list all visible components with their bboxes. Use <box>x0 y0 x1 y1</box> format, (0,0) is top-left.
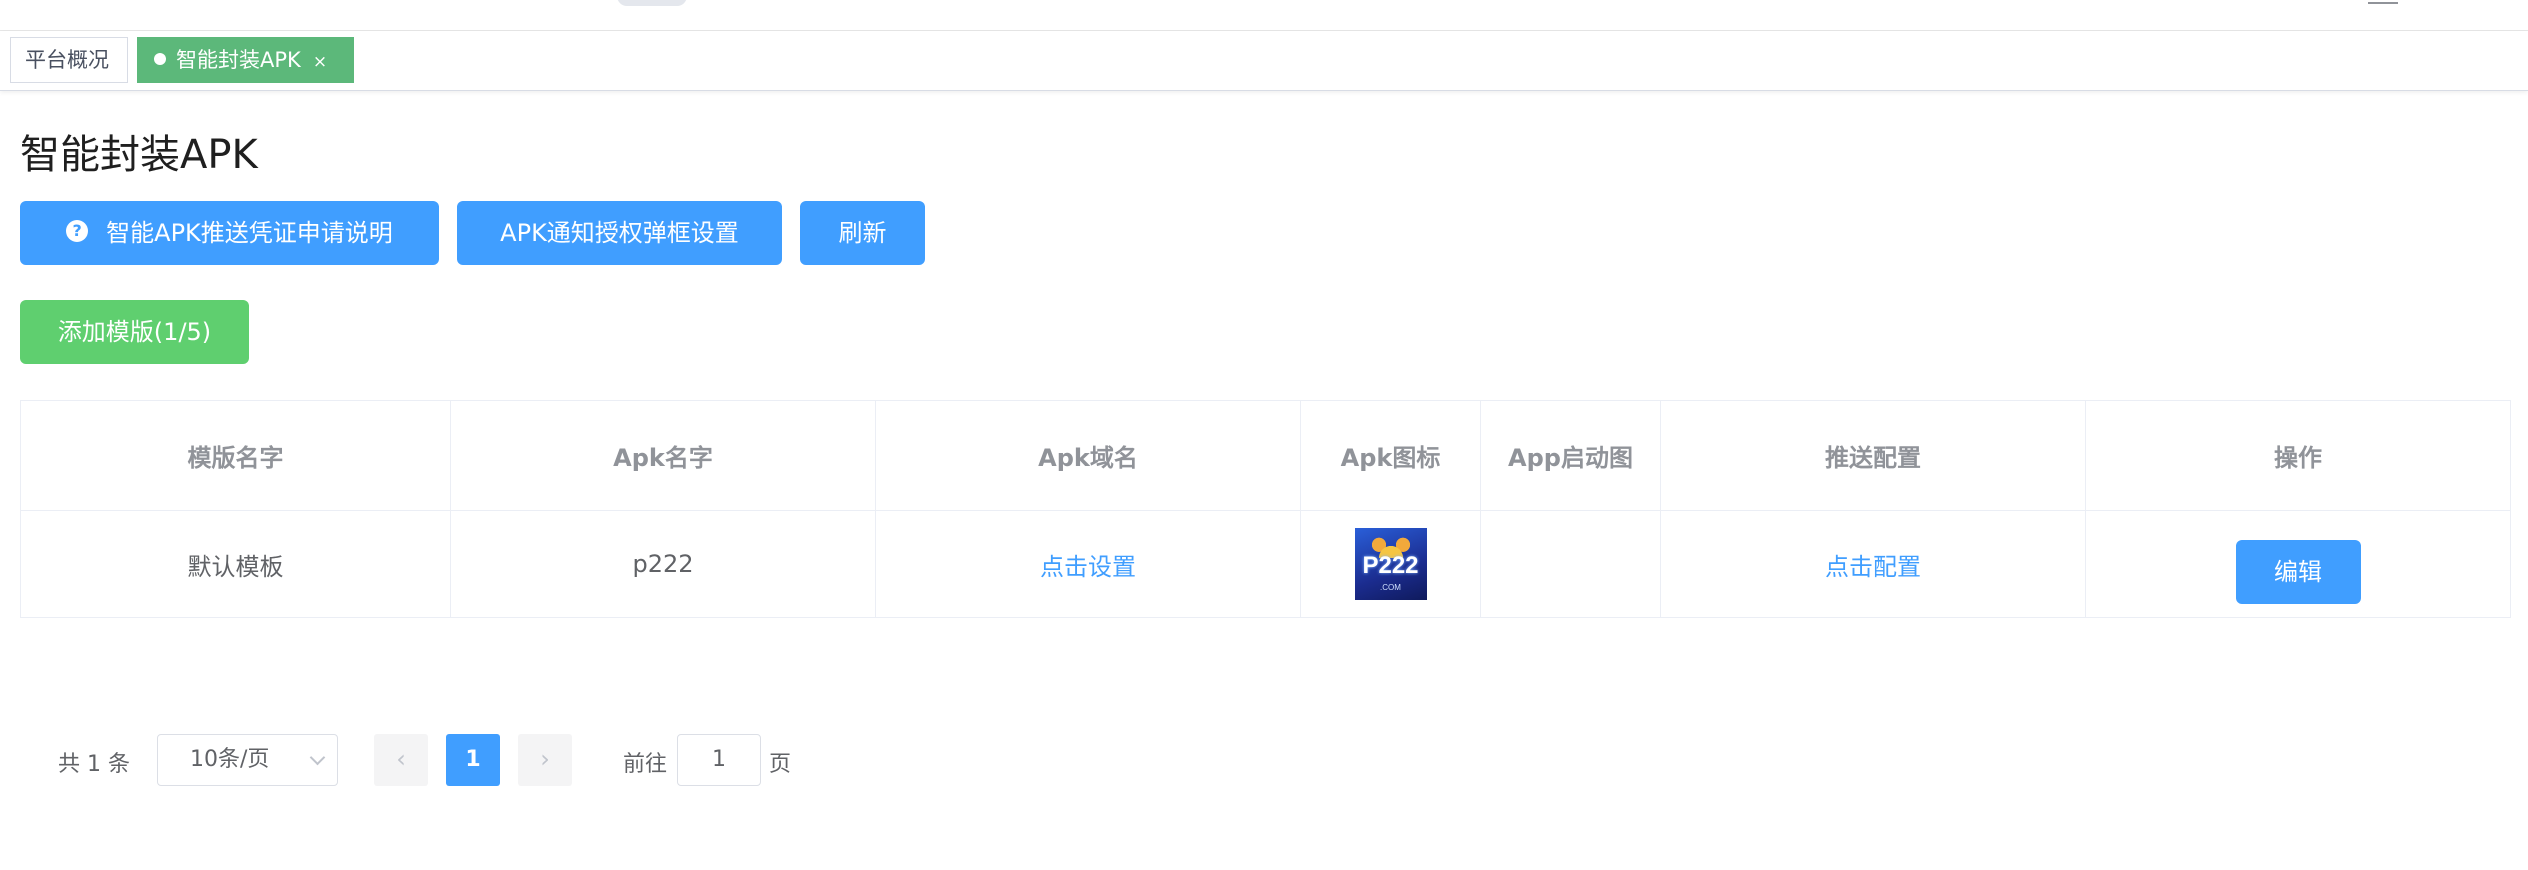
tag-platform-overview[interactable]: 平台概况 <box>10 37 128 83</box>
page-size-select[interactable]: 10条/页 <box>157 734 338 786</box>
apk-icon-text: P222 <box>1362 552 1419 579</box>
template-table: 模版名字 Apk名字 Apk域名 Apk图标 App启动图 推送配置 操作 默认… <box>20 400 2511 618</box>
apk-icon-subtext: .COM <box>1380 583 1401 592</box>
apk-push-credential-help-button[interactable]: ? 智能APK推送凭证申请说明 <box>20 201 439 265</box>
add-template-button[interactable]: 添加模版(1/5) <box>20 300 249 364</box>
button-label: 添加模版(1/5) <box>57 318 212 346</box>
page-title: 智能封装APK <box>20 132 258 178</box>
page-number-current[interactable]: 1 <box>446 734 500 786</box>
active-dot-icon <box>154 53 166 65</box>
push-config-link[interactable]: 点击配置 <box>1825 553 1921 581</box>
column-header-apk-domain: Apk域名 <box>875 400 1301 511</box>
tags-view-bar: 平台概况 智能封装APK × <box>0 31 2528 91</box>
table-row: 默认模板 p222 点击设置 P222 .COM 点击配置 编辑 <box>20 510 2511 618</box>
column-header-actions: 操作 <box>2085 400 2511 511</box>
refresh-button[interactable]: 刷新 <box>800 201 925 265</box>
cell-push-config: 点击配置 <box>1660 510 2086 618</box>
pagination: 共 1 条 10条/页 ‹ 1 › 前往 1 页 <box>0 734 900 786</box>
next-page-button[interactable]: › <box>518 734 572 786</box>
goto-prefix-label: 前往 <box>623 752 668 777</box>
apk-app-icon: P222 .COM <box>1354 528 1427 600</box>
tag-smart-apk[interactable]: 智能封装APK × <box>137 37 354 83</box>
notification-popup-settings-button[interactable]: APK通知授权弹框设置 <box>457 201 782 265</box>
button-label: APK通知授权弹框设置 <box>500 219 739 247</box>
column-header-apk-icon: Apk图标 <box>1300 400 1481 511</box>
cell-app-splash <box>1480 510 1661 618</box>
button-label: 刷新 <box>838 219 887 247</box>
column-header-app-splash: App启动图 <box>1480 400 1661 511</box>
cell-apk-name: p222 <box>450 510 876 618</box>
column-header-apk-name: Apk名字 <box>450 400 876 511</box>
question-circle-icon: ? <box>66 220 89 242</box>
tag-label: 平台概况 <box>25 48 109 72</box>
chevron-right-icon: › <box>540 745 550 773</box>
navbar-menu-partial[interactable] <box>2368 0 2398 4</box>
chevron-left-icon: ‹ <box>396 745 406 773</box>
edit-button[interactable]: 编辑 <box>2235 540 2361 604</box>
column-header-push-config: 推送配置 <box>1660 400 2086 511</box>
cell-apk-icon: P222 .COM <box>1300 510 1481 618</box>
pagination-total: 共 1 条 <box>58 752 130 777</box>
goto-suffix-label: 页 <box>769 752 792 777</box>
tag-label: 智能封装APK <box>176 48 301 72</box>
prev-page-button[interactable]: ‹ <box>374 734 428 786</box>
cell-actions: 编辑 <box>2085 510 2511 618</box>
button-label: 智能APK推送凭证申请说明 <box>106 219 393 247</box>
column-header-template-name: 模版名字 <box>20 400 451 511</box>
set-domain-link[interactable]: 点击设置 <box>1040 553 1136 581</box>
top-navbar <box>0 0 2528 31</box>
navbar-toggle-partial[interactable] <box>617 0 687 6</box>
cell-template-name: 默认模板 <box>20 510 451 618</box>
page-size-value: 10条/页 <box>190 747 270 772</box>
cell-apk-domain: 点击设置 <box>875 510 1301 618</box>
chevron-down-icon <box>309 749 326 766</box>
goto-page-input[interactable]: 1 <box>677 734 761 786</box>
table-header-row: 模版名字 Apk名字 Apk域名 Apk图标 App启动图 推送配置 操作 <box>20 400 2511 511</box>
close-icon[interactable]: × <box>313 52 327 72</box>
